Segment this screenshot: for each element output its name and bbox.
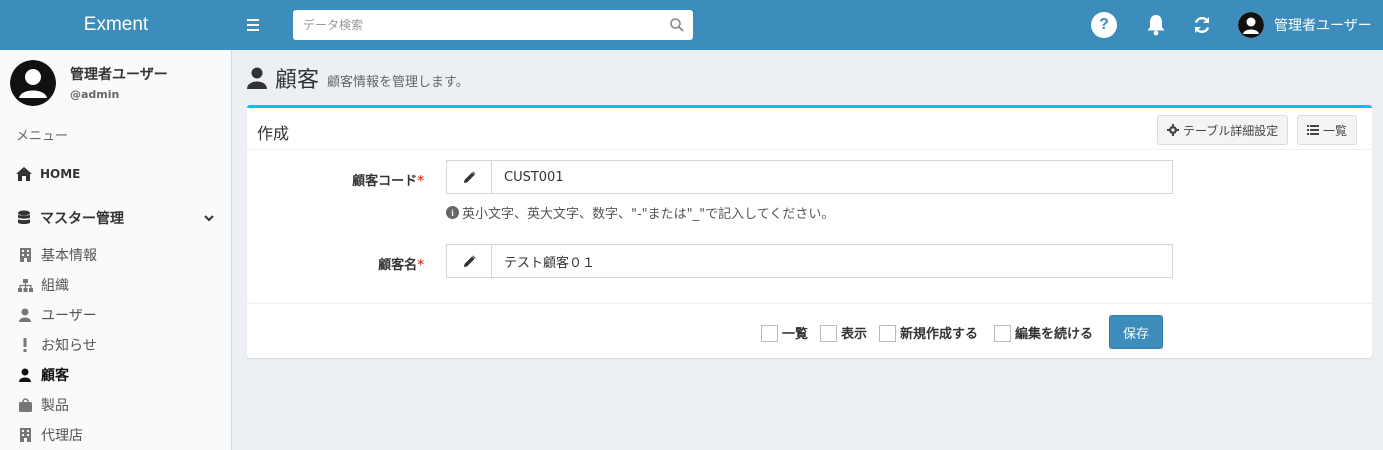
sidebar-item-label: 顧客 [41, 368, 69, 384]
checkbox-label: 編集を続ける [1015, 326, 1094, 342]
sitemap-icon [17, 277, 33, 293]
checkbox-continue-editing[interactable]: 編集を続ける [994, 322, 1093, 342]
sidebar-toggle-icon[interactable] [240, 12, 266, 38]
menu-header: メニュー [16, 129, 69, 144]
list-button[interactable]: 一覧 [1297, 115, 1358, 145]
code-help-label: 英小文字、英大文字、数字、"-"または"_"で記入してください。 [462, 207, 835, 222]
table-setting-button[interactable]: テーブル詳細設定 [1157, 115, 1289, 145]
name-label-text: 顧客名 [378, 258, 418, 273]
form-row-name: 顧客名* [247, 244, 1372, 280]
checkbox-label: 新規作成する [900, 326, 979, 342]
code-label-text: 顧客コード [352, 174, 418, 189]
user-icon [17, 367, 33, 383]
sidebar-item-basic-info[interactable]: 基本情報 [0, 243, 231, 267]
avatar [10, 60, 56, 106]
user-name: 管理者ユーザー [1274, 18, 1372, 34]
pencil-icon [447, 245, 492, 277]
sidebar-item-label: HOME [40, 167, 81, 181]
gear-icon [1167, 124, 1179, 136]
home-icon [16, 166, 32, 182]
required-mark: * [417, 174, 424, 189]
box-title: 作成 [257, 124, 290, 143]
sidebar-item-label: マスター管理 [40, 211, 124, 227]
info-icon: i [446, 206, 459, 219]
user-avatar-icon [1238, 12, 1264, 38]
name-input-group [446, 244, 1173, 278]
top-navbar: Exment ? 管理者ユーザー [0, 0, 1383, 50]
refresh-icon[interactable] [1192, 15, 1212, 35]
sidebar-item-notice[interactable]: お知らせ [0, 333, 231, 357]
sidebar: 管理者ユーザー @admin メニュー HOME マスター管理 基本情報 組織 … [0, 50, 232, 450]
avatar [1238, 12, 1264, 38]
help-icon[interactable]: ? [1091, 12, 1117, 38]
sidebar-user-name: 管理者ユーザー [70, 67, 168, 83]
building-icon [17, 427, 33, 443]
sidebar-item-label: お知らせ [41, 338, 97, 354]
customer-name-input[interactable] [492, 245, 1172, 277]
user-menu[interactable]: 管理者ユーザー [1238, 11, 1372, 39]
box-footer: 一覧 表示 新規作成する 編集を続ける 保存 [247, 303, 1372, 358]
database-icon [16, 210, 32, 226]
search-icon[interactable] [669, 17, 685, 33]
sidebar-item-master[interactable]: マスター管理 [0, 206, 231, 230]
checkbox[interactable] [820, 325, 837, 342]
sidebar-item-product[interactable]: 製品 [0, 393, 231, 417]
search-input[interactable] [293, 10, 653, 40]
chevron-down-icon [204, 215, 214, 222]
checkbox-list[interactable]: 一覧 [761, 322, 808, 342]
pencil-icon [447, 161, 492, 193]
form-box: 作成 テーブル詳細設定 一覧 顧客コード* i 英小文字、英大文字、数字、"-"… [247, 105, 1372, 358]
sidebar-item-label: 代理店 [41, 428, 83, 444]
required-mark: * [417, 258, 424, 273]
name-label: 顧客名* [378, 254, 424, 273]
sidebar-item-label: 製品 [41, 398, 69, 414]
sidebar-item-label: 組織 [41, 278, 69, 294]
logo[interactable]: Exment [0, 0, 232, 50]
content-header: 顧客 顧客情報を管理します。 [247, 62, 469, 94]
code-input-group [446, 160, 1173, 194]
code-help-text: i 英小文字、英大文字、数字、"-"または"_"で記入してください。 [446, 203, 834, 222]
bell-icon[interactable] [1145, 13, 1167, 37]
checkbox-view[interactable]: 表示 [820, 322, 867, 342]
sidebar-item-user[interactable]: ユーザー [0, 303, 231, 327]
checkbox-label: 一覧 [782, 326, 809, 342]
sidebar-item-organization[interactable]: 組織 [0, 273, 231, 297]
user-icon [247, 67, 267, 89]
page-title: 顧客 [275, 68, 320, 93]
building-icon [17, 247, 33, 263]
sidebar-item-agency[interactable]: 代理店 [0, 423, 231, 447]
checkbox[interactable] [761, 325, 778, 342]
save-button[interactable]: 保存 [1109, 315, 1163, 349]
list-label: 一覧 [1323, 123, 1348, 138]
form-row-code: 顧客コード* i 英小文字、英大文字、数字、"-"または"_"で記入してください… [247, 160, 1372, 230]
table-setting-label: テーブル詳細設定 [1183, 123, 1279, 138]
sidebar-item-label: ユーザー [41, 308, 97, 324]
checkbox-create-new[interactable]: 新規作成する [879, 322, 978, 342]
customer-code-input[interactable] [492, 161, 1172, 193]
box-header: 作成 テーブル詳細設定 一覧 [247, 108, 1372, 150]
checkbox[interactable] [994, 325, 1011, 342]
user-icon [17, 307, 33, 323]
checkbox[interactable] [879, 325, 896, 342]
sidebar-item-customer[interactable]: 顧客 [0, 363, 231, 387]
user-avatar-icon [10, 60, 56, 106]
user-panel: 管理者ユーザー @admin [10, 60, 225, 110]
sidebar-user-id: @admin [70, 88, 120, 101]
sidebar-item-home[interactable]: HOME [0, 162, 231, 186]
sidebar-item-label: 基本情報 [41, 248, 97, 264]
exclamation-icon [17, 337, 33, 353]
shopping-bag-icon [17, 397, 33, 413]
list-icon [1307, 125, 1319, 135]
checkbox-label: 表示 [841, 326, 868, 342]
search-box [293, 10, 693, 40]
code-label: 顧客コード* [352, 170, 424, 189]
page-subtitle: 顧客情報を管理します。 [327, 74, 469, 90]
